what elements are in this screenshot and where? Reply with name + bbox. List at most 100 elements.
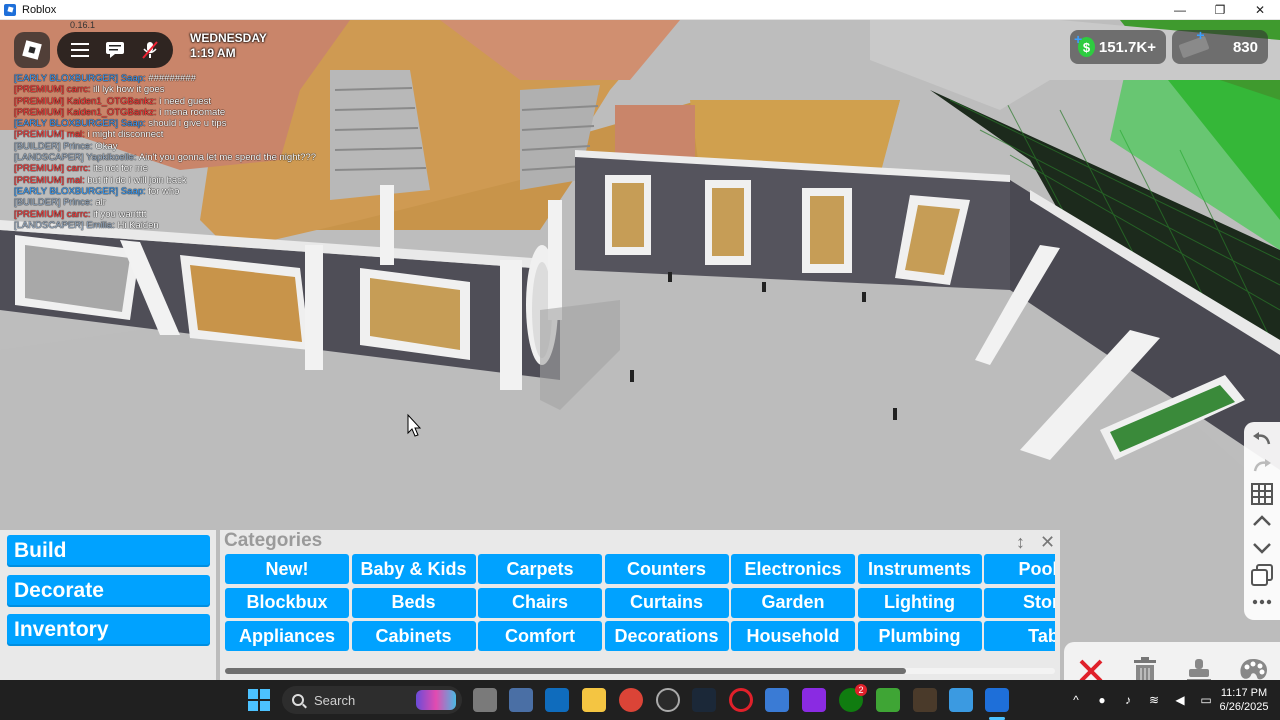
obs-icon[interactable] xyxy=(656,688,680,712)
category-button[interactable]: Instruments xyxy=(857,554,982,584)
stamp-icon[interactable] xyxy=(1182,654,1216,680)
task-view-icon[interactable] xyxy=(473,688,497,712)
volume-icon[interactable]: ◀ xyxy=(1172,692,1188,708)
taskbar-search[interactable]: Search xyxy=(282,686,462,714)
chat-message: [PREMIUM] carrc: ill lyk how it goes xyxy=(14,84,374,95)
window-controls: — ❐ ✕ xyxy=(1160,0,1280,20)
category-button[interactable]: Decorations xyxy=(604,621,729,651)
chat-icon[interactable] xyxy=(103,38,127,62)
money-display[interactable]: $ + 151.7K+ xyxy=(1070,30,1166,64)
grid-icon[interactable] xyxy=(1249,482,1275,505)
steam-icon[interactable] xyxy=(692,688,716,712)
category-button[interactable]: Pool It xyxy=(984,554,1055,584)
chat-text: ######### xyxy=(148,73,196,84)
paint-palette-icon[interactable] xyxy=(1236,654,1270,680)
close-window-button[interactable]: ✕ xyxy=(1240,0,1280,20)
roblox-menu-button[interactable] xyxy=(14,32,50,68)
xbox-badge: 2 xyxy=(855,684,867,696)
category-button[interactable]: Stora xyxy=(984,587,1055,618)
chevron-down-icon[interactable] xyxy=(1249,538,1275,558)
category-button[interactable]: Plumbing xyxy=(857,621,982,651)
inventory-button[interactable]: Inventory xyxy=(7,614,210,646)
wifi-icon[interactable]: ≋ xyxy=(1146,692,1162,708)
close-icon[interactable]: ✕ xyxy=(1040,532,1055,553)
chat-sender: [PREMIUM] Kaiden1_OTGBankz: xyxy=(14,106,157,118)
file-explorer-icon[interactable] xyxy=(582,688,606,712)
resize-icon[interactable]: ↕ xyxy=(1016,532,1025,553)
copy-icon[interactable] xyxy=(1249,564,1275,587)
build-button[interactable]: Build xyxy=(7,535,210,567)
chat-sender: [PREMIUM] carrc: xyxy=(14,208,91,220)
trash-icon[interactable] xyxy=(1128,654,1162,680)
redo-icon[interactable] xyxy=(1249,457,1275,477)
category-button[interactable]: New! xyxy=(225,554,349,584)
chat-message: [BUILDER] Prince: alr xyxy=(14,197,374,208)
category-button[interactable]: Baby & Kids xyxy=(351,554,476,584)
chat-message: [PREMIUM] carrc: if you wantttt xyxy=(14,209,374,220)
microphone-muted-icon[interactable] xyxy=(138,38,162,62)
build-tools-sidebar xyxy=(1244,422,1280,620)
category-button[interactable]: Curtains xyxy=(604,587,729,618)
category-button[interactable]: Tabl xyxy=(984,621,1055,651)
game-viewport[interactable]: 0.16.1 WEDNESDAY 1:19 AM [EARLY BLOXBURG… xyxy=(0,20,1280,680)
battery-icon[interactable]: ▭ xyxy=(1198,692,1214,708)
chevron-up-icon[interactable]: ^ xyxy=(1068,692,1084,708)
roblox-taskbar-icon[interactable] xyxy=(985,688,1009,712)
chat-message: [EARLY BLOXBURGER] Saap: ######### xyxy=(14,73,374,84)
money-amount: 151.7K+ xyxy=(1098,38,1156,56)
chat-text: if you wantttt xyxy=(93,208,147,220)
category-button[interactable]: Electronics xyxy=(731,554,855,584)
categories-scrollbar[interactable] xyxy=(225,668,1055,674)
game-app-icon[interactable] xyxy=(913,688,937,712)
windows-start-icon[interactable] xyxy=(248,689,270,711)
minecraft-icon[interactable] xyxy=(876,688,900,712)
category-button[interactable]: Blockbux xyxy=(225,587,349,618)
notepad-icon[interactable] xyxy=(949,688,973,712)
category-button[interactable]: Garden xyxy=(731,587,855,618)
widgets-icon[interactable] xyxy=(509,688,533,712)
decorate-button[interactable]: Decorate xyxy=(7,575,210,607)
windows-taskbar: Search 2 ^ ● ♪ ≋ ◀ ▭ 11:17 PM 6/26/2025 xyxy=(0,680,1280,720)
category-button[interactable]: Carpets xyxy=(478,554,602,584)
chevron-up-icon[interactable] xyxy=(1249,511,1275,531)
chat-message: [PREMIUM] carrc: its not for me xyxy=(14,163,374,174)
more-options-icon[interactable] xyxy=(1249,592,1275,612)
blockbux-icon: + xyxy=(1178,27,1210,59)
chat-text: i mena roomate xyxy=(159,106,226,118)
chat-text: alr xyxy=(95,197,106,209)
blockbux-display[interactable]: + 830 xyxy=(1172,27,1268,64)
chat-text: Okay xyxy=(95,140,118,152)
category-button[interactable]: Counters xyxy=(604,554,729,584)
window-titlebar: Roblox — ❐ ✕ xyxy=(0,0,1280,20)
microsoft-store-icon[interactable] xyxy=(765,688,789,712)
app-icon-purple[interactable] xyxy=(802,688,826,712)
brick-wall-room xyxy=(615,105,695,160)
category-button[interactable]: Lighting xyxy=(857,587,982,618)
security-icon[interactable]: ● xyxy=(1094,692,1110,708)
chat-sender: [EARLY BLOXBURGER] Saap: xyxy=(14,118,146,130)
hamburger-menu-icon[interactable] xyxy=(68,38,92,62)
categories-panel: Categories ↕ ✕ New! Baby & Kids Carpets Cou… xyxy=(220,530,1060,680)
maximize-button[interactable]: ❐ xyxy=(1200,0,1240,20)
categories-scroll-thumb[interactable] xyxy=(225,668,906,674)
chat-text: ill lyk how it goes xyxy=(93,84,165,96)
category-button[interactable]: Comfort xyxy=(478,621,602,651)
microphone-icon[interactable]: ♪ xyxy=(1120,692,1136,708)
category-button[interactable]: Cabinets xyxy=(351,621,476,651)
system-date: 6/26/2025 xyxy=(1219,701,1269,713)
minimize-button[interactable]: — xyxy=(1160,0,1200,20)
system-clock[interactable]: 11:17 PM 6/26/2025 xyxy=(1214,686,1274,714)
category-button[interactable]: Appliances xyxy=(225,621,349,651)
cancel-x-icon[interactable] xyxy=(1074,654,1108,680)
category-button[interactable]: Chairs xyxy=(478,587,602,618)
chrome-icon[interactable] xyxy=(619,688,643,712)
opera-gx-icon[interactable] xyxy=(729,688,753,712)
xbox-icon[interactable]: 2 xyxy=(839,684,867,712)
category-button[interactable]: Beds xyxy=(351,587,476,618)
category-button[interactable]: Household xyxy=(731,621,855,651)
system-time: 11:17 PM xyxy=(1220,687,1268,699)
chat-text: for who xyxy=(148,185,180,197)
outlook-icon[interactable] xyxy=(545,688,569,712)
game-clock: WEDNESDAY 1:19 AM xyxy=(190,31,267,60)
undo-icon[interactable] xyxy=(1249,430,1275,450)
